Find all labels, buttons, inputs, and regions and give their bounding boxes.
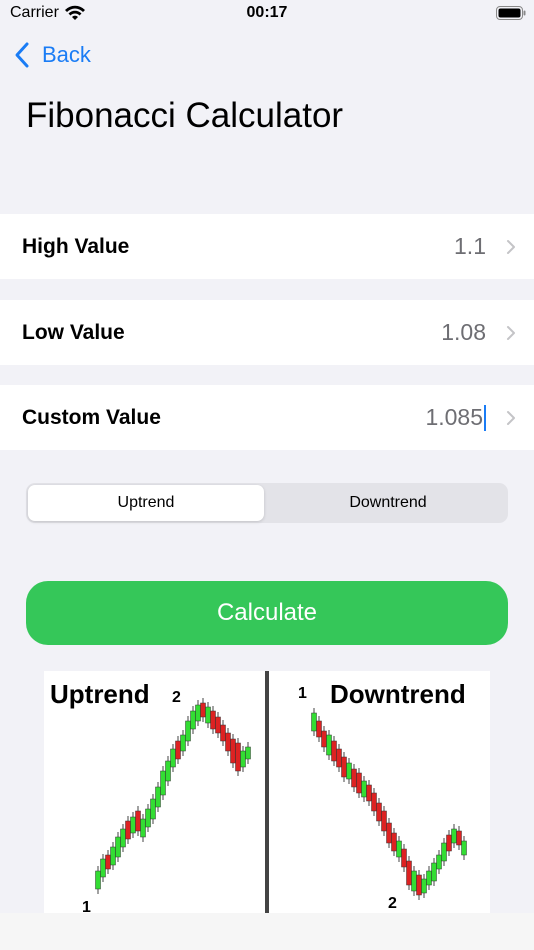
candlestick <box>165 756 171 786</box>
uptrend-point-2: 2 <box>172 689 181 706</box>
candlestick <box>366 780 372 806</box>
candlestick <box>421 874 427 898</box>
low-value-row[interactable]: Low Value 1.08 <box>0 300 534 365</box>
candlestick <box>195 700 201 726</box>
calculate-button[interactable]: Calculate <box>26 581 508 645</box>
status-time: 00:17 <box>246 4 288 21</box>
candlestick <box>356 768 362 798</box>
candlestick <box>376 798 382 826</box>
candlestick <box>446 830 452 856</box>
low-value-field[interactable]: 1.08 <box>441 319 486 346</box>
candlestick <box>451 824 457 848</box>
custom-value-row[interactable]: Custom Value 1.085 <box>0 385 534 450</box>
bottom-bar <box>0 913 534 950</box>
candlestick <box>150 794 156 824</box>
candlestick <box>331 736 337 766</box>
candlestick <box>135 806 141 836</box>
candlestick <box>321 726 327 752</box>
candlestick <box>175 736 181 764</box>
segment-uptrend[interactable]: Uptrend <box>28 485 264 521</box>
candlestick <box>225 728 231 756</box>
candlestick <box>411 866 417 896</box>
downtrend-point-1: 1 <box>298 685 307 702</box>
high-value-field[interactable]: 1.1 <box>454 233 486 260</box>
candlestick <box>140 814 146 842</box>
uptrend-point-1: 1 <box>82 899 91 913</box>
candlestick <box>170 744 176 772</box>
candlestick <box>391 828 397 856</box>
candlestick <box>361 776 367 802</box>
candlestick <box>205 702 211 728</box>
high-value-row[interactable]: High Value 1.1 <box>0 214 534 279</box>
candlestick <box>115 832 121 862</box>
candlestick <box>145 804 151 832</box>
candlestick <box>341 752 347 782</box>
candlestick <box>190 706 196 734</box>
candlestick <box>461 836 467 860</box>
candlestick <box>185 716 191 746</box>
candlestick <box>441 838 447 866</box>
candlestick <box>326 730 332 760</box>
candlestick <box>336 744 342 772</box>
candlestick <box>401 844 407 872</box>
candlestick <box>245 742 251 764</box>
low-value-label: Low Value <box>22 320 125 344</box>
downtrend-point-2: 2 <box>388 895 397 912</box>
trend-illustration: Uptrend 2 1 Downtrend 1 2 <box>44 671 490 913</box>
candlestick <box>456 826 462 850</box>
candlestick <box>431 858 437 886</box>
battery-icon <box>496 6 526 20</box>
candlestick <box>100 854 106 882</box>
candlestick <box>180 730 186 756</box>
chevron-left-icon <box>15 42 29 68</box>
custom-value-input[interactable]: 1.085 <box>425 404 486 432</box>
chevron-right-icon <box>507 410 515 425</box>
candlestick <box>386 818 392 848</box>
candlestick <box>240 746 246 772</box>
candlestick <box>426 866 432 890</box>
candlestick <box>110 842 116 870</box>
candlestick <box>406 856 412 890</box>
page-title: Fibonacci Calculator <box>26 96 344 135</box>
candlestick <box>371 788 377 816</box>
chevron-right-icon <box>507 325 515 340</box>
back-button[interactable]: Back <box>14 38 91 72</box>
candlestick <box>311 708 317 736</box>
candlestick <box>235 738 241 776</box>
candlestick <box>381 806 387 836</box>
candlestick <box>120 824 126 852</box>
candlestick <box>160 766 166 800</box>
candlestick <box>155 782 161 812</box>
custom-value-label: Custom Value <box>22 405 161 429</box>
custom-value-text: 1.085 <box>425 403 483 430</box>
uptrend-panel-title: Uptrend <box>50 679 150 709</box>
candlestick <box>105 850 111 874</box>
high-value-label: High Value <box>22 234 130 258</box>
candlestick <box>436 850 442 874</box>
candlestick <box>215 712 221 738</box>
candlestick <box>130 812 136 838</box>
candlestick <box>95 866 101 894</box>
back-label: Back <box>42 42 91 67</box>
text-cursor <box>484 405 486 432</box>
candlestick <box>396 836 402 862</box>
chevron-right-icon <box>507 239 515 254</box>
candlestick <box>230 734 236 768</box>
candlestick <box>125 816 131 844</box>
candlestick <box>351 764 357 792</box>
candlestick <box>316 716 322 742</box>
candlestick <box>200 698 206 722</box>
downtrend-panel-title: Downtrend <box>330 679 466 709</box>
candlestick <box>220 720 226 746</box>
candlestick <box>346 758 352 784</box>
candlestick <box>416 870 422 900</box>
status-bar: Carrier 00:17 <box>0 0 534 30</box>
panel-divider <box>265 671 269 913</box>
candlestick <box>210 706 216 734</box>
trend-segmented-control[interactable]: Uptrend Downtrend <box>26 483 508 523</box>
segment-downtrend[interactable]: Downtrend <box>270 485 506 521</box>
